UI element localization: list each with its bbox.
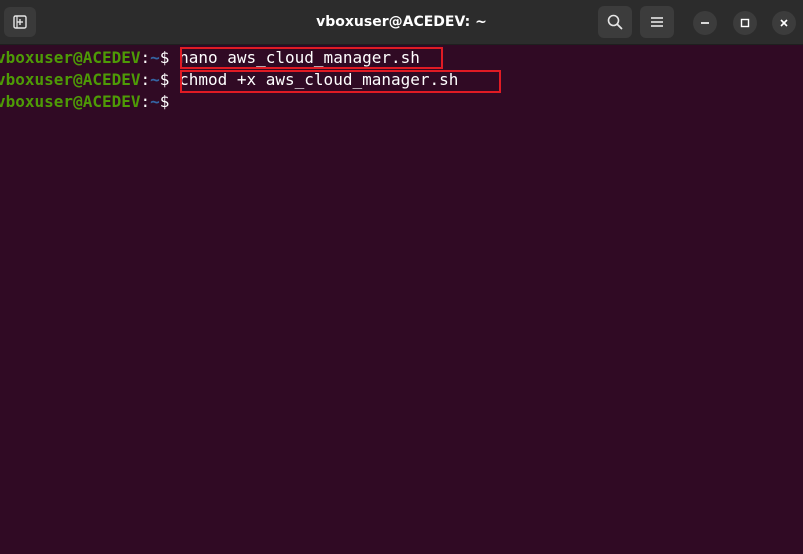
close-icon [779, 18, 789, 28]
prompt-symbol: $ [159, 48, 170, 67]
command-highlight-box [180, 70, 501, 93]
prompt-colon: : [140, 48, 151, 67]
search-button[interactable] [598, 6, 632, 38]
prompt-path: ~ [150, 70, 160, 89]
new-tab-button[interactable] [4, 7, 36, 37]
prompt-user-host: vboxuser@ACEDEV [0, 70, 141, 89]
header-bar: vboxuser@ACEDEV: ~ [0, 0, 803, 45]
prompt-path: ~ [150, 92, 160, 111]
prompt-colon: : [140, 92, 151, 111]
terminal-window: vboxuser@ACEDEV: ~ vboxuser@ACEDEV:~$ na… [0, 0, 803, 554]
prompt-user-host: vboxuser@ACEDEV [0, 48, 141, 67]
menu-button[interactable] [640, 6, 674, 38]
terminal-line: vboxuser@ACEDEV:~$ [0, 91, 169, 113]
prompt-user-host: vboxuser@ACEDEV [0, 92, 141, 111]
prompt-colon: : [140, 70, 151, 89]
new-tab-icon [13, 15, 27, 29]
window-title: vboxuser@ACEDEV: ~ [316, 14, 487, 30]
close-button[interactable] [772, 11, 796, 35]
minimize-button[interactable] [693, 11, 717, 35]
command-highlight-box [180, 47, 443, 69]
prompt-symbol: $ [159, 70, 170, 89]
maximize-icon [740, 18, 750, 28]
minimize-icon [700, 18, 710, 28]
terminal-output[interactable]: vboxuser@ACEDEV:~$ nano aws_cloud_manage… [0, 45, 803, 554]
prompt-path: ~ [150, 48, 160, 67]
search-icon [607, 14, 623, 30]
hamburger-menu-icon [650, 16, 664, 28]
maximize-button[interactable] [733, 11, 757, 35]
prompt-symbol: $ [159, 92, 170, 111]
